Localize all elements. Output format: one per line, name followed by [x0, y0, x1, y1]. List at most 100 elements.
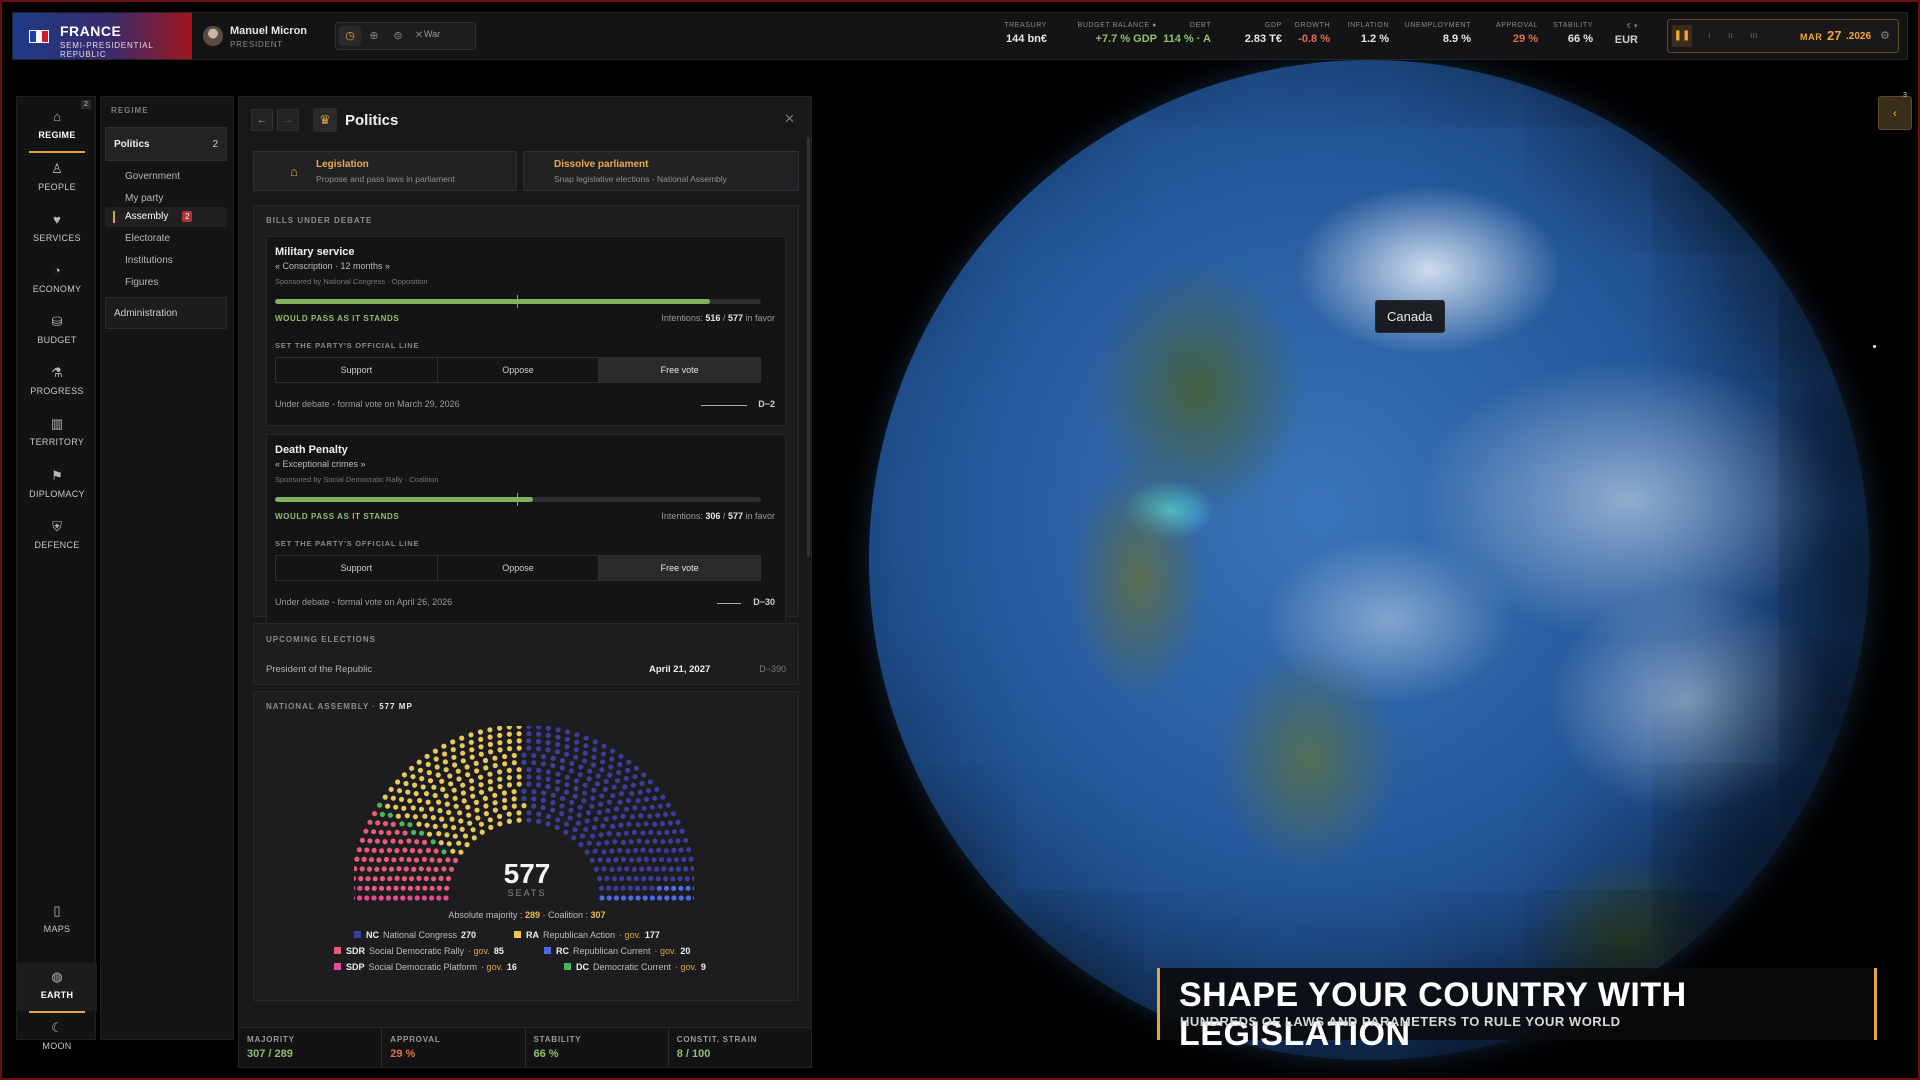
legislation-button[interactable]: ⌂ Legislation Propose and pass laws in p… [253, 151, 517, 191]
seat-dot [516, 774, 522, 780]
seat-dot [648, 848, 654, 854]
nav-item-maps[interactable]: ▯ MAPS [17, 897, 97, 945]
nav-item-people[interactable]: ♙ PEOPLE [17, 155, 97, 203]
seat-dot [385, 803, 391, 809]
stat-4[interactable]: GROWTH -0.8 % [1295, 22, 1330, 45]
nav-item-earth[interactable]: ◍ EARTH [17, 963, 97, 1013]
seat-dot [521, 759, 527, 765]
stat-value: 66 % [1567, 33, 1593, 45]
nav-item-services[interactable]: ♥ SERVICES [17, 206, 97, 254]
leader-role: PRESIDENT [230, 40, 283, 49]
stat-2[interactable]: DEBT 114 % · A [1163, 22, 1211, 45]
speed-2-icon[interactable]: ıı [1728, 30, 1733, 40]
subnav-item-institutions[interactable]: Institutions [125, 255, 173, 266]
legend-swatch [544, 947, 551, 954]
seat-dot [442, 759, 448, 765]
line-option-support[interactable]: Support [276, 556, 438, 580]
country-badge[interactable]: FRANCE SEMI-PRESIDENTIAL REPUBLIC [13, 13, 192, 59]
legend-item-ra[interactable]: RA Republican Action · gov. 177 [514, 930, 660, 940]
seat-dot [584, 849, 590, 855]
seat-dot [395, 779, 401, 785]
politics-count: 2 [212, 139, 218, 150]
dissolve-parliament-button[interactable]: Dissolve parliament Snap legislative ele… [523, 151, 799, 191]
seat-dot [372, 876, 378, 882]
intentions-total: 577 [727, 313, 743, 323]
subnav-item-politics[interactable]: Politics 2 [105, 127, 227, 161]
nav-item-regime[interactable]: ⌂ REGIME [17, 103, 97, 153]
nav-item-budget[interactable]: ⛁ BUDGET [17, 308, 97, 356]
settings-gear-icon[interactable]: ⚙ [1880, 29, 1890, 42]
earth-globe[interactable] [869, 60, 1869, 1060]
forward-arrow-icon[interactable]: → [277, 109, 299, 131]
clock-mode-icon[interactable]: ◷ [339, 26, 361, 46]
seat-dot [436, 831, 442, 837]
war-mode-label[interactable]: War [424, 29, 440, 39]
panel-scrollbar[interactable] [807, 137, 810, 557]
seat-dot [421, 856, 427, 862]
stat-3[interactable]: GDP 2.83 T€ [1245, 22, 1282, 45]
stat-0[interactable]: TREASURY 144 bn€ [1004, 22, 1047, 45]
subnav-item-assembly[interactable]: Assembly 2 [105, 207, 227, 227]
seat-dot [573, 754, 579, 760]
stat-1[interactable]: BUDGET BALANCE ● +7.7 % GDP [1078, 22, 1157, 45]
subnav-item-administration[interactable]: Administration [105, 297, 227, 329]
line-option-support[interactable]: Support [276, 358, 438, 382]
seat-dot [540, 805, 546, 811]
seat-dot [399, 856, 405, 862]
line-option-oppose[interactable]: Oppose [438, 556, 600, 580]
seat-dot [421, 839, 428, 845]
stat-9[interactable]: € ▾ EUR [1615, 22, 1638, 46]
line-option-free-vote[interactable]: Free vote [599, 556, 761, 580]
subnav-item-my-party[interactable]: My party [125, 193, 163, 204]
seat-dot [416, 875, 422, 881]
line-option-oppose[interactable]: Oppose [438, 358, 600, 382]
nav-item-moon[interactable]: ☾ MOON [17, 1014, 97, 1062]
legend-item-nc[interactable]: NC National Congress 270 [354, 930, 476, 940]
stat-8[interactable]: STABILITY 66 % [1553, 22, 1593, 45]
globe-mode-icon[interactable]: ⊕ [363, 26, 385, 46]
seat-dot [593, 816, 599, 822]
pause-icon[interactable]: ❚❚ [1672, 25, 1692, 47]
nav-item-diplomacy[interactable]: ⚑ DIPLOMACY [17, 462, 97, 510]
peace-mode-icon[interactable]: ⊜ [387, 26, 409, 46]
subnav-item-electorate[interactable]: Electorate [125, 233, 170, 244]
gov-tag: · gov. [468, 946, 490, 956]
footer-label: STABILITY [533, 1035, 582, 1044]
seat-dot [545, 776, 551, 782]
seat-dot [460, 758, 466, 764]
line-option-free-vote[interactable]: Free vote [599, 358, 761, 382]
seat-dot [456, 776, 462, 782]
subnav-item-government[interactable]: Government [125, 171, 180, 182]
nav-item-economy[interactable]: ◔ ECONOMY [17, 257, 97, 305]
seat-dot [451, 787, 457, 793]
seat-dot [545, 747, 551, 753]
nav-item-territory[interactable]: ▥ TERRITORY [17, 410, 97, 458]
nav-item-progress[interactable]: ⚗ PROGRESS [17, 359, 97, 407]
seat-dot [394, 829, 400, 835]
seat-dot [592, 747, 598, 753]
back-arrow-icon[interactable]: ← [251, 109, 273, 131]
nav-item-defence[interactable]: ⛨ DEFENCE [17, 513, 97, 561]
collapse-right-panel-button[interactable]: ‹ [1878, 96, 1912, 130]
leader-avatar[interactable] [203, 26, 223, 46]
legend-item-sdr[interactable]: SDR Social Democratic Rally · gov. 85 [334, 946, 504, 956]
seat-dot [407, 895, 413, 901]
legend-item-sdp[interactable]: SDP Social Democratic Platform · gov. 16 [334, 962, 517, 972]
stat-6[interactable]: UNEMPLOYMENT 8.9 % [1405, 22, 1471, 45]
legend-item-rc[interactable]: RC Republican Current · gov. 20 [544, 946, 690, 956]
legend-item-dc[interactable]: DC Democratic Current · gov. 9 [564, 962, 706, 972]
subnav-item-figures[interactable]: Figures [125, 277, 158, 288]
stat-7[interactable]: APPROVAL 29 % [1496, 22, 1538, 45]
seat-dot [457, 810, 463, 816]
seat-dot [403, 866, 409, 872]
speed-1-icon[interactable]: ı [1708, 30, 1711, 40]
seat-dot [645, 788, 652, 794]
close-icon[interactable]: ✕ [784, 111, 795, 127]
election-row[interactable]: President of the Republic April 21, 2027… [266, 664, 786, 680]
stat-5[interactable]: INFLATION 1.2 % [1348, 22, 1389, 45]
seat-dot [371, 847, 377, 853]
seat-dot [613, 857, 619, 863]
seat-dot [628, 839, 634, 845]
speed-3-icon[interactable]: ııı [1750, 30, 1758, 40]
seat-dot [378, 885, 385, 891]
